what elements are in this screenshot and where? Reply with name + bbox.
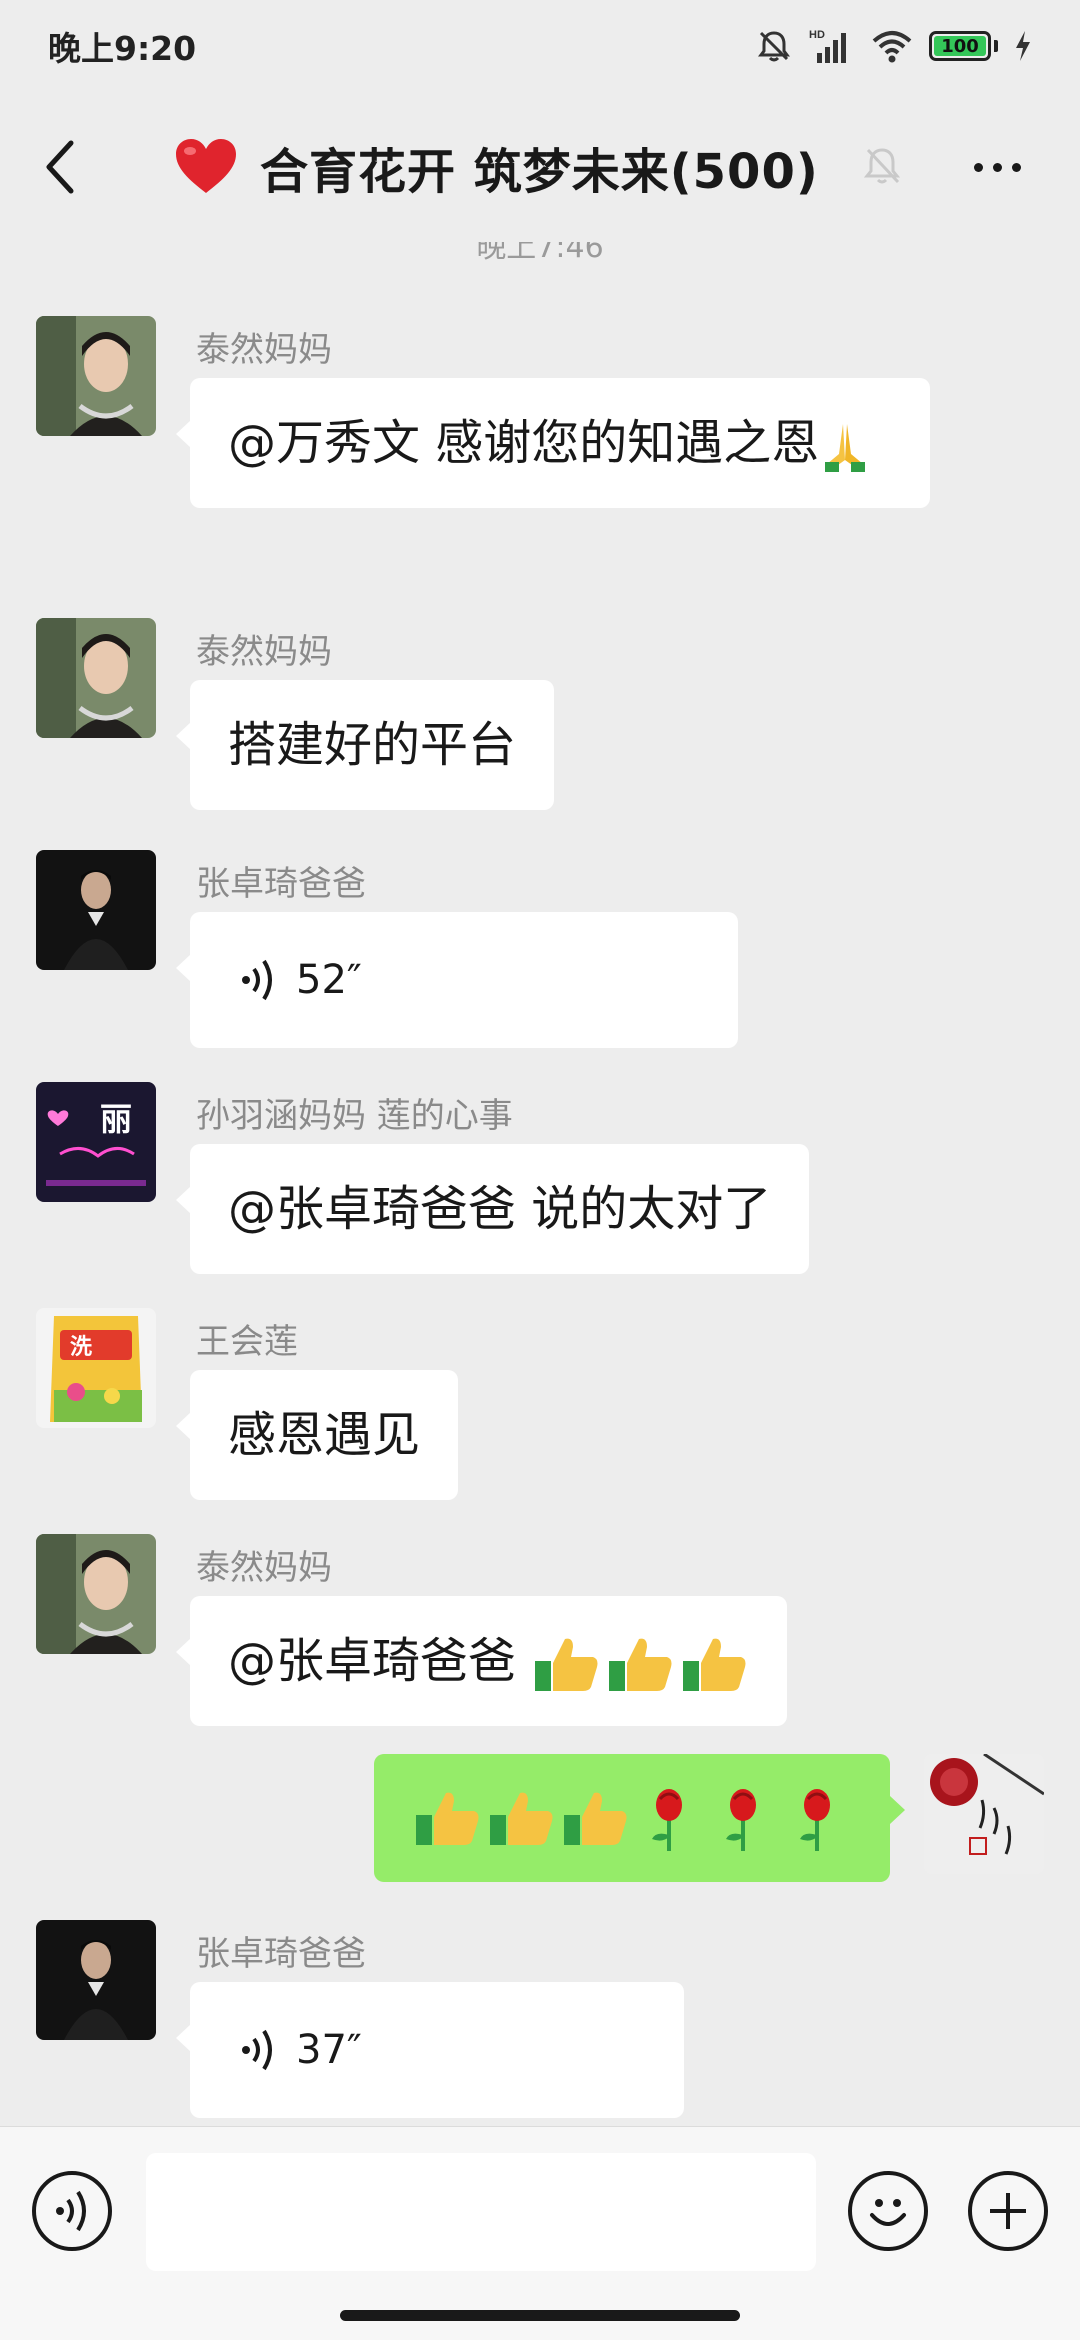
chat-title: 合育花开 筑梦未来(500) [260,144,819,200]
avatar[interactable] [36,316,156,436]
message-bubble[interactable]: 搭建好的平台 [175,680,555,810]
sender-name: 孙羽涵妈妈 莲的心事 [196,1096,513,1136]
thumbs-up-icon [490,1792,553,1845]
sender-name: 张卓琦爸爸 [196,864,366,904]
avatar-text: 丽 [100,1100,132,1138]
message-text: @张卓琦爸爸 [228,1633,532,1689]
title-wrap[interactable]: 合育花开 筑梦未来(500) [174,132,819,202]
wifi-icon [871,29,913,63]
message-text: 感恩遇见 [228,1407,421,1463]
voice-input-button[interactable] [32,2171,112,2251]
voice-wave-icon [242,959,272,1001]
thumbs-up-icon [416,1792,479,1845]
rose-icon [652,1789,682,1851]
home-indicator[interactable] [340,2310,740,2321]
avatar-text: 洗 [70,1335,92,1360]
my-avatar[interactable] [924,1754,1044,1874]
sender-name: 王会莲 [196,1322,298,1362]
message-bubble[interactable]: @张卓琦爸爸 [175,1596,788,1726]
avatar[interactable]: 洗 [36,1308,156,1428]
battery-level: 100 [934,36,986,57]
charging-icon [1014,30,1032,62]
thumbs-up-icon [535,1638,598,1691]
message-bubble[interactable]: @万秀文 感谢您的知遇之恩 [176,378,930,508]
rose-icon [726,1789,756,1851]
thumbs-up-icon [564,1792,627,1845]
sender-name: 泰然妈妈 [196,632,332,672]
status-time: 晚上9:20 [48,29,197,68]
smiley-icon [870,2199,906,2226]
voice-duration: 37″ [296,2027,362,2073]
more-button[interactable] [962,142,1032,192]
message-text: 搭建好的平台 [228,717,517,773]
message-text: @万秀文 感谢您的知遇之恩 [228,415,820,471]
back-button[interactable] [36,134,84,200]
message-input[interactable] [146,2153,816,2271]
more-icon [973,162,983,172]
voice-message-bubble[interactable]: 37″ [176,1982,684,2118]
avatar[interactable] [36,1920,156,2040]
avatar[interactable] [36,618,156,738]
more-actions-button[interactable] [968,2171,1048,2251]
voice-duration: 52″ [296,957,362,1003]
message-bubble[interactable]: 感恩遇见 [175,1370,459,1500]
sender-name: 泰然妈妈 [196,1548,332,1588]
network-label: HD [809,29,825,41]
input-bar [0,2126,1080,2340]
rose-icon [800,1789,830,1851]
sender-name: 泰然妈妈 [196,330,332,370]
thumbs-up-icon [683,1638,746,1691]
plus-icon [990,2193,1026,2229]
avatar[interactable] [36,1534,156,1654]
avatar[interactable] [36,850,156,970]
voice-wave-icon [242,2029,272,2071]
message-text: @张卓琦爸爸 说的太对了 [228,1181,772,1237]
chat-header: 合育花开 筑梦未来(500) [0,92,1080,242]
voice-message-bubble[interactable]: 52″ [176,912,738,1048]
heart-icon [174,137,238,197]
emoji-button[interactable] [848,2171,928,2251]
battery-icon: 100 [929,31,998,61]
chat-area[interactable]: 晚上7:46 泰然妈妈 @万秀文 感谢您的知遇之恩 泰然妈妈 搭建好的平台 张卓… [0,242,1080,2124]
emoji-sequence [412,1783,852,1853]
pray-emoji-icon [819,418,871,474]
my-message-bubble[interactable] [374,1754,905,1882]
thumbs-up-icons [531,1633,749,1695]
mute-bell-icon [860,144,904,192]
alarm-off-icon [755,27,793,65]
back-arrow-icon [46,140,74,194]
thumbs-up-icon [609,1638,672,1691]
voice-wave-icon [56,2190,86,2232]
signal-icon: HD [809,27,855,65]
sender-name: 张卓琦爸爸 [196,1934,366,1974]
status-icons: HD 100 [755,27,1032,65]
timestamp: 晚上7:46 [476,242,604,265]
avatar[interactable]: 丽 [36,1082,156,1202]
message-bubble[interactable]: @张卓琦爸爸 说的太对了 [175,1144,810,1274]
status-bar: 晚上9:20 HD 100 [0,0,1080,92]
